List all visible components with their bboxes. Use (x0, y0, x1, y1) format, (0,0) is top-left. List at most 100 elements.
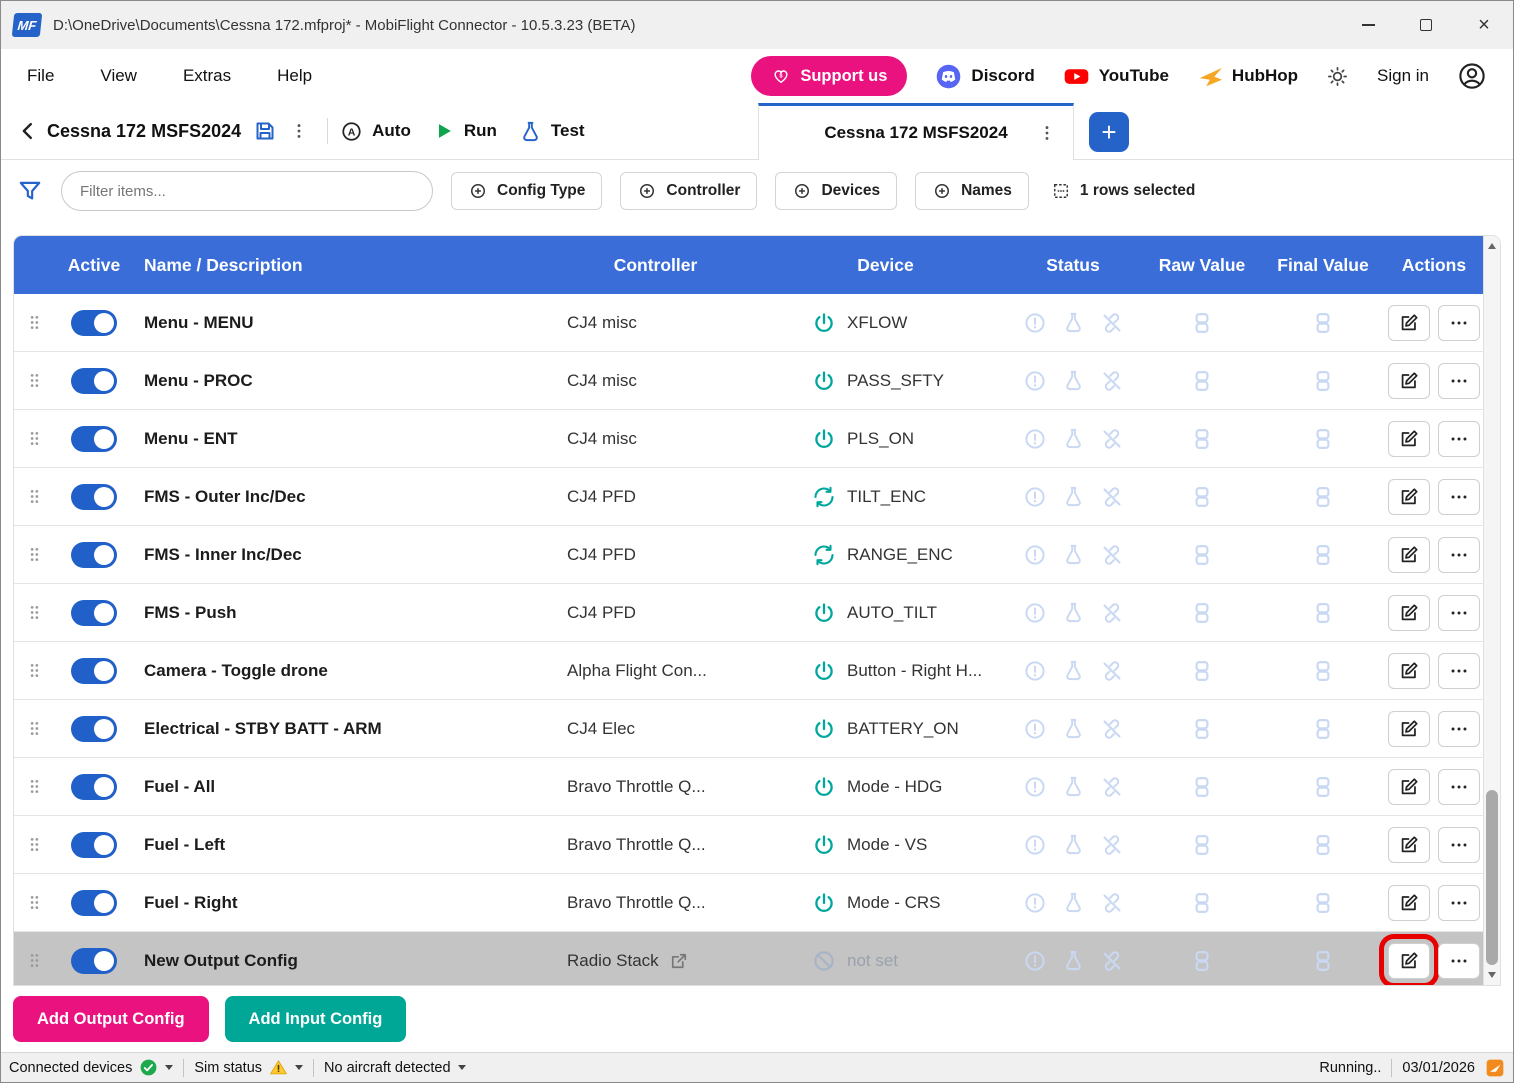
edit-button[interactable] (1388, 943, 1430, 979)
edit-button[interactable] (1388, 479, 1430, 515)
active-toggle[interactable] (71, 600, 117, 626)
more-actions-button[interactable] (1438, 363, 1480, 399)
more-actions-button[interactable] (1438, 711, 1480, 747)
table-row[interactable]: Menu - ENTCJ4 miscPLS_ON (14, 410, 1483, 468)
filter-names-button[interactable]: Names (915, 172, 1029, 210)
add-output-config-button[interactable]: Add Output Config (13, 996, 209, 1042)
filter-funnel-icon[interactable] (17, 178, 43, 204)
table-row[interactable]: Electrical - STBY BATT - ARMCJ4 ElecBATT… (14, 700, 1483, 758)
connected-devices-status[interactable]: Connected devices (9, 1058, 173, 1077)
auto-toggle-button[interactable]: A Auto (340, 120, 411, 143)
more-actions-button[interactable] (1438, 421, 1480, 457)
menu-help[interactable]: Help (277, 66, 312, 86)
drag-handle-icon[interactable] (25, 371, 44, 390)
drag-handle-icon[interactable] (25, 777, 44, 796)
back-button[interactable] (17, 120, 39, 142)
active-toggle[interactable] (71, 890, 117, 916)
edit-button[interactable] (1388, 595, 1430, 631)
chevron-down-icon[interactable] (295, 1065, 303, 1070)
test-button[interactable]: Test (519, 120, 585, 143)
sim-status[interactable]: Sim status (194, 1058, 303, 1077)
close-button[interactable]: × (1455, 1, 1513, 49)
active-toggle[interactable] (71, 774, 117, 800)
active-toggle[interactable] (71, 948, 117, 974)
more-actions-button[interactable] (1438, 305, 1480, 341)
discord-link[interactable]: Discord (935, 63, 1034, 90)
table-row[interactable]: Fuel - AllBravo Throttle Q...Mode - HDG (14, 758, 1483, 816)
edit-button[interactable] (1388, 885, 1430, 921)
table-row[interactable]: FMS - Inner Inc/DecCJ4 PFDRANGE_ENC (14, 526, 1483, 584)
edit-button[interactable] (1388, 769, 1430, 805)
filter-devices-button[interactable]: Devices (775, 172, 897, 210)
drag-handle-icon[interactable] (25, 951, 44, 970)
hubhop-link[interactable]: HubHop (1197, 63, 1298, 89)
external-link-icon[interactable] (669, 951, 689, 971)
theme-toggle-icon[interactable] (1326, 65, 1349, 88)
table-row[interactable]: Fuel - RightBravo Throttle Q...Mode - CR… (14, 874, 1483, 932)
scrollbar-thumb[interactable] (1486, 790, 1498, 965)
chevron-down-icon[interactable] (165, 1065, 173, 1070)
more-actions-button[interactable] (1438, 653, 1480, 689)
more-actions-button[interactable] (1438, 595, 1480, 631)
drag-handle-icon[interactable] (25, 545, 44, 564)
run-button[interactable]: Run (433, 120, 497, 142)
table-row[interactable]: Menu - PROCCJ4 miscPASS_SFTY (14, 352, 1483, 410)
more-actions-button[interactable] (1438, 943, 1480, 979)
minimize-button[interactable] (1339, 1, 1397, 49)
account-avatar-icon[interactable] (1457, 61, 1487, 91)
scroll-up-icon[interactable] (1484, 238, 1500, 254)
drag-handle-icon[interactable] (25, 313, 44, 332)
drag-handle-icon[interactable] (25, 835, 44, 854)
drag-handle-icon[interactable] (25, 487, 44, 506)
maximize-button[interactable] (1397, 1, 1455, 49)
active-toggle[interactable] (71, 658, 117, 684)
sign-in-button[interactable]: Sign in (1377, 66, 1429, 86)
table-row[interactable]: FMS - PushCJ4 PFDAUTO_TILT (14, 584, 1483, 642)
drag-handle-icon[interactable] (25, 893, 44, 912)
add-input-config-button[interactable]: Add Input Config (225, 996, 407, 1042)
youtube-link[interactable]: YouTube (1063, 63, 1169, 90)
more-actions-button[interactable] (1438, 537, 1480, 573)
active-toggle[interactable] (71, 310, 117, 336)
active-toggle[interactable] (71, 832, 117, 858)
edit-button[interactable] (1388, 363, 1430, 399)
filter-input[interactable] (61, 171, 433, 211)
project-menu-button[interactable] (289, 121, 309, 141)
drag-handle-icon[interactable] (25, 661, 44, 680)
scroll-down-icon[interactable] (1484, 967, 1500, 983)
more-actions-button[interactable] (1438, 827, 1480, 863)
menu-extras[interactable]: Extras (183, 66, 231, 86)
edit-button[interactable] (1388, 421, 1430, 457)
table-row[interactable]: FMS - Outer Inc/DecCJ4 PFDTILT_ENC (14, 468, 1483, 526)
save-button[interactable] (253, 119, 277, 143)
menu-file[interactable]: File (27, 66, 54, 86)
active-toggle[interactable] (71, 716, 117, 742)
more-actions-button[interactable] (1438, 769, 1480, 805)
filter-config-type-button[interactable]: Config Type (451, 172, 602, 210)
edit-button[interactable] (1388, 305, 1430, 341)
edit-button[interactable] (1388, 653, 1430, 689)
table-row[interactable]: Camera - Toggle droneAlpha Flight Con...… (14, 642, 1483, 700)
drag-handle-icon[interactable] (25, 719, 44, 738)
edit-button[interactable] (1388, 711, 1430, 747)
drag-handle-icon[interactable] (25, 603, 44, 622)
tab-menu-button[interactable] (1037, 123, 1057, 143)
support-us-button[interactable]: $ Support us (751, 56, 907, 96)
active-toggle[interactable] (71, 542, 117, 568)
menu-view[interactable]: View (100, 66, 137, 86)
edit-button[interactable] (1388, 827, 1430, 863)
edit-button[interactable] (1388, 537, 1430, 573)
more-actions-button[interactable] (1438, 479, 1480, 515)
add-tab-button[interactable]: + (1089, 112, 1129, 152)
filter-controller-button[interactable]: Controller (620, 172, 757, 210)
config-tab[interactable]: Cessna 172 MSFS2024 (758, 103, 1074, 160)
active-toggle[interactable] (71, 484, 117, 510)
vertical-scrollbar[interactable] (1483, 236, 1500, 985)
table-row[interactable]: New Output ConfigRadio Stacknot set (14, 932, 1483, 986)
table-row[interactable]: Menu - MENUCJ4 miscXFLOW (14, 294, 1483, 352)
active-toggle[interactable] (71, 426, 117, 452)
table-row[interactable]: Fuel - LeftBravo Throttle Q...Mode - VS (14, 816, 1483, 874)
chevron-down-icon[interactable] (458, 1065, 466, 1070)
aircraft-status[interactable]: No aircraft detected (324, 1060, 466, 1076)
drag-handle-icon[interactable] (25, 429, 44, 448)
